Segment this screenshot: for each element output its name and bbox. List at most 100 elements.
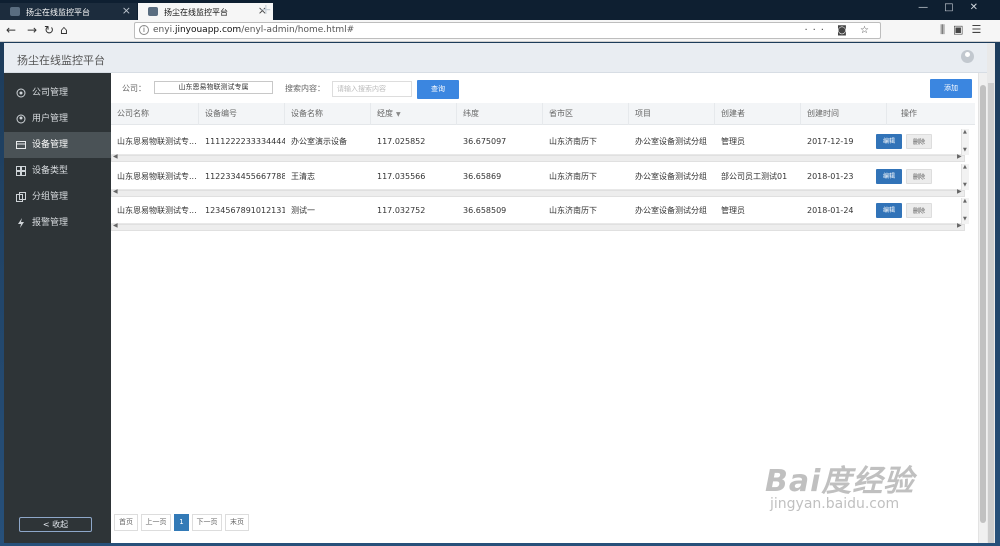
cell-project: 办公室设备测试分组 xyxy=(635,172,707,181)
scroll-right-icon[interactable]: ▶ xyxy=(957,153,962,160)
edit-button[interactable]: 编辑 xyxy=(876,203,902,218)
scroll-right-icon[interactable]: ▶ xyxy=(957,222,962,229)
back-icon[interactable]: ← xyxy=(6,23,16,38)
scrollbar-thumb[interactable] xyxy=(988,83,994,543)
row-scrollbar-vertical[interactable]: ▲ ▼ xyxy=(961,164,969,190)
home-icon[interactable]: ⌂ xyxy=(60,23,68,38)
scroll-left-icon[interactable]: ◀ xyxy=(113,153,118,160)
cell-project: 办公室设备测试分组 xyxy=(635,206,707,215)
reload-icon[interactable]: ↻ xyxy=(44,23,54,38)
sidebar-item-users[interactable]: 用户管理 xyxy=(4,106,111,132)
sidebar-item-groups[interactable]: 分组管理 xyxy=(4,184,111,210)
device-icon xyxy=(16,141,26,149)
row-scrollbar-vertical[interactable]: ▲ ▼ xyxy=(961,198,969,224)
close-tab-icon[interactable]: × xyxy=(122,5,131,16)
delete-button[interactable]: 删除 xyxy=(906,169,932,184)
company-select[interactable]: 山东恩易物联测试专属 xyxy=(154,81,273,94)
cell-device-code: 1234567891012131 xyxy=(205,206,285,215)
sort-down-icon[interactable]: ▼ xyxy=(396,111,401,118)
device-type-icon xyxy=(16,166,26,176)
column-header: 纬度 xyxy=(457,103,543,125)
new-tab-icon[interactable]: + xyxy=(260,2,272,18)
cell-company: 山东恩易物联测试专... xyxy=(117,172,197,181)
edit-button[interactable]: 编辑 xyxy=(876,169,902,184)
query-button[interactable]: 查询 xyxy=(417,80,459,99)
sidebar-item-label: 公司管理 xyxy=(32,88,69,98)
scroll-right-icon[interactable]: ▶ xyxy=(957,188,962,195)
add-button[interactable]: 添加 xyxy=(930,79,972,98)
avatar[interactable] xyxy=(961,50,974,63)
cell-project: 办公室设备测试分组 xyxy=(635,137,707,146)
watermark-url: jingyan.baidu.com xyxy=(770,496,900,512)
sidebar-item-label: 设备类型 xyxy=(32,166,69,176)
address-bar[interactable]: i enyi.jinyouapp.com/enyl-admin/home.htm… xyxy=(134,22,881,39)
alarm-icon xyxy=(18,218,24,228)
tab-title: 扬尘在线监控平台 xyxy=(26,8,90,17)
column-header-sortable[interactable]: 经度 ▼ xyxy=(371,103,457,125)
column-header: 创建时间 xyxy=(801,103,887,125)
page-scrollbar[interactable] xyxy=(987,43,995,543)
sidebar-item-devices[interactable]: 设备管理 xyxy=(4,132,111,158)
column-header: 公司名称 xyxy=(111,103,199,125)
column-header: 省市区 xyxy=(543,103,629,125)
sidebar-item-company[interactable]: 公司管理 xyxy=(4,80,111,106)
cell-company: 山东恩易物联测试专... xyxy=(117,206,197,215)
current-page-button[interactable]: 1 xyxy=(174,514,189,531)
toolbar-icons[interactable]: ⫼▣☰ xyxy=(940,23,989,37)
scroll-up-icon[interactable]: ▲ xyxy=(963,198,967,204)
scroll-down-icon[interactable]: ▼ xyxy=(963,147,967,153)
scroll-up-icon[interactable]: ▲ xyxy=(963,129,967,135)
tab-strip: 扬尘在线监控平台 × 扬尘在线监控平台 × + —□✕ xyxy=(0,0,1000,20)
prev-page-button[interactable]: 上一页 xyxy=(141,514,171,531)
watermark-logo: Bai度经验 xyxy=(765,464,915,499)
first-page-button[interactable]: 首页 xyxy=(114,514,138,531)
page-actions[interactable]: ··· ◙ ☆ xyxy=(804,23,874,38)
sidebar-item-label: 报警管理 xyxy=(32,218,69,228)
page-favicon-icon xyxy=(148,7,158,16)
scroll-left-icon[interactable]: ◀ xyxy=(113,188,118,195)
scroll-up-icon[interactable]: ▲ xyxy=(963,164,967,170)
sidebar-item-alarms[interactable]: 报警管理 xyxy=(4,210,111,236)
cell-device-code: 1122334455667788 xyxy=(205,172,285,181)
row-scrollbar-horizontal[interactable]: ◀ ▶ xyxy=(111,188,965,197)
search-input[interactable]: 请输入搜索内容 xyxy=(332,81,412,97)
browser-tab-1[interactable]: 扬尘在线监控平台 × xyxy=(0,3,137,20)
delete-button[interactable]: 删除 xyxy=(906,203,932,218)
edit-button[interactable]: 编辑 xyxy=(876,134,902,149)
delete-button[interactable]: 删除 xyxy=(906,134,932,149)
forward-icon[interactable]: → xyxy=(27,23,37,38)
scroll-down-icon[interactable]: ▼ xyxy=(963,182,967,188)
info-icon[interactable]: i xyxy=(139,25,149,35)
cell-region: 山东济南历下 xyxy=(549,206,597,215)
sidebar-item-device-types[interactable]: 设备类型 xyxy=(4,158,111,184)
tab-title: 扬尘在线监控平台 xyxy=(164,8,228,17)
cell-device-name: 测试一 xyxy=(291,206,315,215)
next-page-button[interactable]: 下一页 xyxy=(192,514,222,531)
row-scrollbar-horizontal[interactable]: ◀ ▶ xyxy=(111,222,965,231)
row-scrollbar-horizontal[interactable]: ◀ ▶ xyxy=(111,153,965,162)
row-scrollbar-vertical[interactable]: ▲ ▼ xyxy=(961,129,969,155)
scroll-down-icon[interactable]: ▼ xyxy=(963,216,967,222)
column-header: 项目 xyxy=(629,103,715,125)
app-header: 扬尘在线监控平台 xyxy=(4,43,987,73)
group-icon xyxy=(16,192,26,202)
table-row: 山东恩易物联测试专... 1111222233334444 办公室演示设备 11… xyxy=(111,129,977,163)
collapse-button[interactable]: < 收起 xyxy=(19,517,92,532)
browser-window: 扬尘在线监控平台 × 扬尘在线监控平台 × + —□✕ ← → ↻ ⌂ i en… xyxy=(0,0,1000,546)
cell-longitude: 117.032752 xyxy=(377,206,426,215)
sidebar-item-label: 设备管理 xyxy=(32,140,69,150)
cell-creator: 管理员 xyxy=(721,206,745,215)
url-domain: jinyouapp.com xyxy=(174,25,242,35)
cell-device-name: 办公室演示设备 xyxy=(291,137,347,146)
cell-region: 山东济南历下 xyxy=(549,137,597,146)
scroll-left-icon[interactable]: ◀ xyxy=(113,222,118,229)
column-header: 操作 xyxy=(901,109,917,118)
cell-company: 山东恩易物联测试专... xyxy=(117,137,197,146)
last-page-button[interactable]: 末页 xyxy=(225,514,249,531)
content-scrollbar[interactable] xyxy=(978,73,987,543)
browser-tab-2[interactable]: 扬尘在线监控平台 × xyxy=(138,3,273,20)
window-controls[interactable]: —□✕ xyxy=(918,2,994,13)
search-label: 搜索内容： xyxy=(285,84,325,93)
cell-created-time: 2018-01-24 xyxy=(807,206,854,215)
scrollbar-thumb[interactable] xyxy=(980,85,986,523)
